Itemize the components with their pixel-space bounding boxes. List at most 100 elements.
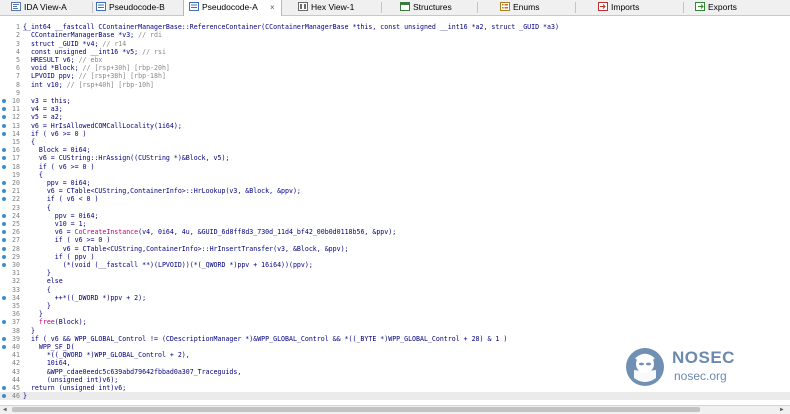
line-number: 44 xyxy=(12,375,20,384)
code-token: (*(void (__fastcall **)(LPVOID))(*(_QWOR… xyxy=(23,261,313,269)
code-token: v6 = CUString::HrAssign((CUString *)&Blo… xyxy=(23,154,230,163)
tab-exports[interactable]: Exports xyxy=(695,0,737,15)
code-line[interactable]: 8 int v10; // [rsp+40h] [rbp-10h] xyxy=(0,81,790,89)
code-text: { xyxy=(23,138,35,146)
code-token: (Block); xyxy=(54,318,87,327)
code-text: { xyxy=(23,171,43,179)
code-token: LPVOID ppv; xyxy=(23,72,79,81)
line-number: 9 xyxy=(16,88,20,97)
code-line[interactable]: 5 HRESULT v6; // ebx xyxy=(0,56,790,64)
code-line[interactable]: 14 if ( v6 >= 0 ) xyxy=(0,130,790,138)
code-line[interactable]: 39 if ( v6 && WPP_GLOBAL_Control != (CDe… xyxy=(0,335,790,343)
structures-icon xyxy=(400,2,410,11)
code-line[interactable]: 17 v6 = CUString::HrAssign((CUString *)&… xyxy=(0,154,790,162)
code-token: v6 = HrIsAllowedCOMCallLocality(1i64); xyxy=(23,121,182,130)
line-number: 37 xyxy=(12,318,20,327)
tab-structures[interactable]: Structures xyxy=(400,0,452,15)
code-line[interactable]: 37 free(Block); xyxy=(0,318,790,326)
code-line[interactable]: 38 } xyxy=(0,327,790,335)
line-number: 22 xyxy=(12,195,20,204)
line-number: 34 xyxy=(12,293,20,302)
imports-icon xyxy=(598,2,608,11)
code-token: return (unsigned int)v6; xyxy=(23,384,127,392)
tab-label: IDA View-A xyxy=(24,2,67,12)
code-token: v5 = a2; xyxy=(23,113,63,122)
function-signature-line[interactable]: __int64 __fastcall CContainerManagerBase… xyxy=(0,15,790,31)
code-token: { xyxy=(23,170,43,179)
code-line[interactable]: 27 if ( v6 >= 0 ) xyxy=(0,236,790,244)
code-line[interactable]: 23 { xyxy=(0,204,790,212)
code-line[interactable]: 9 xyxy=(0,89,790,97)
tab-divider xyxy=(683,2,684,13)
code-line[interactable]: 24 ppv = 0i64; xyxy=(0,212,790,220)
code-line[interactable]: 2 CContainerManagerBase *v3; // rdi xyxy=(0,31,790,39)
code-line[interactable]: 18 if ( v6 >= 0 ) xyxy=(0,163,790,171)
code-line[interactable]: 16 Block = 0i64; xyxy=(0,146,790,154)
code-line[interactable]: 10 v3 = this; xyxy=(0,97,790,105)
code-line[interactable]: 32 else xyxy=(0,277,790,285)
code-line[interactable]: 3 struct _GUID *v4; // r14 xyxy=(0,40,790,48)
code-token: *((_QWORD *)WPP_GLOBAL_Control + 2), xyxy=(23,351,190,360)
code-line[interactable]: 29 if ( ppv ) xyxy=(0,253,790,261)
code-line[interactable]: 33 { xyxy=(0,286,790,294)
line-number: 2 xyxy=(16,31,20,40)
code-line[interactable]: 7 LPVOID ppv; // [rsp+38h] [rbp-18h] xyxy=(0,72,790,80)
code-line[interactable]: 4 const unsigned __int16 *v5; // rsi xyxy=(0,48,790,56)
code-line[interactable]: 35 } xyxy=(0,302,790,310)
code-line[interactable]: 28 v6 = CTable<CUString,ContainerInfo>::… xyxy=(0,245,790,253)
code-token: HRESULT v6; xyxy=(23,56,79,64)
code-line[interactable]: 26 v6 = CoCreateInstance(v4, 0i64, 4u, &… xyxy=(0,228,790,236)
watermark-url: nosec.org xyxy=(674,369,727,383)
code-line[interactable]: 30 (*(void (__fastcall **)(LPVOID))(*(_Q… xyxy=(0,261,790,269)
tab-enums[interactable]: Enums xyxy=(500,0,539,15)
code-token: int v10; xyxy=(23,80,67,89)
code-line[interactable]: 11 v4 = a3; xyxy=(0,105,790,113)
code-token: { xyxy=(23,23,27,32)
line-number: 40 xyxy=(12,343,20,351)
code-line[interactable]: 36 } xyxy=(0,310,790,318)
line-number: 33 xyxy=(12,285,20,294)
code-line[interactable]: 21 v6 = CTable<CUString,ContainerInfo>::… xyxy=(0,187,790,195)
code-line[interactable]: 12 v5 = a2; xyxy=(0,113,790,121)
code-line[interactable]: 6 void *Block; // [rsp+30h] [rbp-20h] xyxy=(0,64,790,72)
scrollbar-thumb[interactable] xyxy=(12,407,700,412)
tab-pseudocode-a[interactable]: Pseudocode-A × xyxy=(183,0,282,16)
tab-imports[interactable]: Imports xyxy=(598,0,639,15)
code-text: if ( ppv ) xyxy=(23,252,95,261)
code-line[interactable]: 46} xyxy=(0,392,790,401)
close-icon[interactable]: × xyxy=(270,0,275,15)
hex-view-icon xyxy=(298,2,308,11)
code-token: (v4, 0i64, 4u, &GUID_6d8ff8d3_730d_11d4_… xyxy=(138,228,397,237)
code-token: WPP_SF_D( xyxy=(23,343,75,351)
tab-hex-view-1[interactable]: Hex View-1 xyxy=(298,0,354,15)
code-token: void *Block; xyxy=(23,64,83,73)
tab-pseudocode-b[interactable]: Pseudocode-B xyxy=(96,0,165,15)
code-line[interactable]: 25 v10 = 1; xyxy=(0,220,790,228)
code-token: const unsigned __int16 *v5; xyxy=(23,47,143,56)
line-number: 36 xyxy=(12,310,20,319)
pseudocode-icon xyxy=(189,2,199,11)
line-number: 28 xyxy=(12,244,20,253)
code-line[interactable]: 1{ xyxy=(0,23,790,31)
code-token: } xyxy=(23,392,27,401)
tab-divider xyxy=(477,2,478,13)
code-token: if ( v6 >= 0 ) xyxy=(23,162,95,171)
code-text: } xyxy=(23,327,35,335)
code-token: if ( v6 && WPP_GLOBAL_Control != (CDescr… xyxy=(23,334,508,343)
code-token: if ( ppv ) xyxy=(23,252,95,261)
code-token: { xyxy=(23,138,35,146)
code-line[interactable]: 20 ppv = 0i64; xyxy=(0,179,790,187)
code-line[interactable]: 15 { xyxy=(0,138,790,146)
code-line[interactable]: 22 if ( v6 < 0 ) xyxy=(0,195,790,203)
line-number: 4 xyxy=(16,47,20,56)
code-token: ++*((_DWORD *)ppv + 2); xyxy=(23,293,147,302)
code-text: if ( v6 >= 0 ) xyxy=(23,236,111,244)
code-text: struct _GUID *v4; // r14 xyxy=(23,40,126,48)
code-line[interactable]: 13 v6 = HrIsAllowedCOMCallLocality(1i64)… xyxy=(0,122,790,130)
code-line[interactable]: 19 { xyxy=(0,171,790,179)
code-line[interactable]: 31 } xyxy=(0,269,790,277)
line-number: 10 xyxy=(12,97,20,105)
code-line[interactable]: 34 ++*((_DWORD *)ppv + 2); xyxy=(0,294,790,302)
tab-ida-view-a[interactable]: IDA View-A xyxy=(11,0,67,15)
